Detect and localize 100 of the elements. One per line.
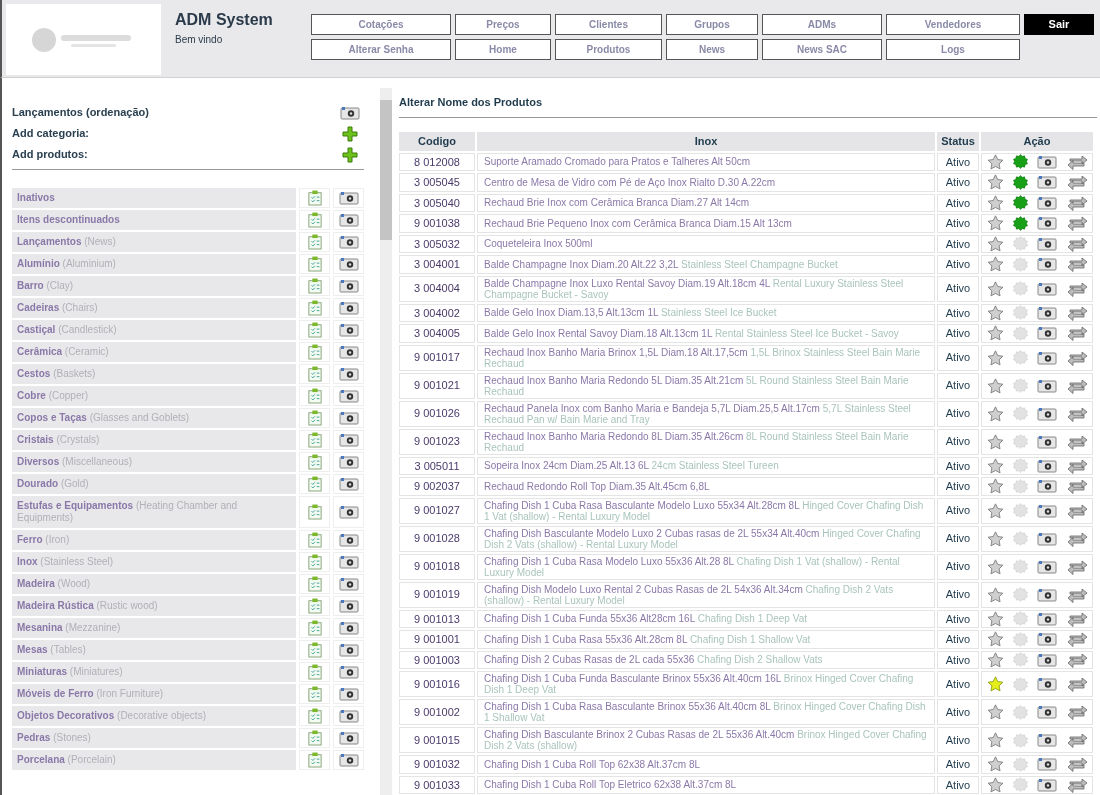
edit-cell[interactable] — [299, 574, 330, 594]
camera-icon[interactable] — [1036, 195, 1057, 210]
star-icon[interactable] — [986, 530, 1004, 547]
camera-icon[interactable] — [1036, 559, 1057, 574]
swap-arrows-icon[interactable] — [1065, 651, 1088, 668]
clipboard-icon[interactable] — [307, 454, 322, 470]
swap-arrows-icon[interactable] — [1065, 433, 1088, 450]
swap-arrows-icon[interactable] — [1065, 558, 1088, 575]
product-name-cell[interactable]: Rechaud Redondo Roll Top Diam.35 Alt.45cm 6,8L — [477, 477, 935, 496]
product-name-cell[interactable]: Chafing Dish 1 Cuba Funda Basculante Brinox 55x36 Alt.40cm 16L Brinox Hinged Cover Chafing Dish 1 Deep Vat — [477, 671, 935, 697]
camera-icon[interactable] — [338, 323, 359, 337]
nav-button[interactable]: Alterar Senha — [311, 39, 451, 60]
swap-arrows-icon[interactable] — [1065, 530, 1088, 547]
clipboard-icon[interactable] — [307, 752, 322, 768]
sidebar-link[interactable]: Add categoria: — [12, 125, 89, 142]
camera-icon[interactable] — [338, 599, 359, 613]
camera-icon[interactable] — [1036, 777, 1057, 792]
category-item[interactable]: Mesanina (Mezzanine) — [12, 618, 296, 638]
camera-icon[interactable] — [338, 455, 359, 469]
star-icon[interactable] — [986, 457, 1004, 474]
star-icon[interactable] — [986, 304, 1004, 321]
swap-arrows-icon[interactable] — [1065, 304, 1088, 321]
swap-arrows-icon[interactable] — [1065, 478, 1088, 495]
product-name-cell[interactable]: Chafing Dish 1 Cuba Rasa 55x36 Alt.28cm 8L Chafing Dish 1 Shallow Vat — [477, 630, 935, 649]
swap-arrows-icon[interactable] — [1065, 776, 1088, 793]
product-name-cell[interactable]: Suporte Aramado Cromado para Pratos e Talheres Alt 50cm — [477, 152, 935, 171]
camera-icon[interactable] — [1036, 652, 1057, 667]
camera-icon[interactable] — [1036, 733, 1057, 747]
category-item[interactable]: Dourado (Gold) — [12, 474, 296, 494]
category-item[interactable]: Porcelana (Porcelain) — [12, 750, 296, 770]
clipboard-icon[interactable] — [307, 322, 322, 338]
clipboard-icon[interactable] — [307, 388, 322, 404]
clipboard-icon[interactable] — [307, 730, 322, 746]
swap-arrows-icon[interactable] — [1065, 349, 1088, 366]
camera-icon[interactable] — [338, 577, 359, 591]
camera-icon[interactable] — [1036, 257, 1057, 272]
camera-icon[interactable] — [1036, 326, 1057, 341]
swap-arrows-icon[interactable] — [1065, 325, 1088, 342]
camera-icon[interactable] — [1036, 503, 1057, 518]
product-name-cell[interactable]: Chafing Dish Modelo Luxo Rental 2 Cubas Rasas de 2L 54x36 Alt.34cm Chafing Dish 2 Vats (shallow) - Rental Luxury Model — [477, 581, 935, 608]
edit-cell[interactable] — [299, 298, 330, 318]
nav-button[interactable]: News SAC — [762, 39, 882, 60]
add-icon[interactable] — [342, 125, 358, 142]
edit-cell[interactable] — [299, 232, 330, 252]
camera-icon[interactable] — [1036, 305, 1057, 320]
camera-icon[interactable] — [338, 257, 359, 271]
edit-cell[interactable] — [299, 408, 330, 428]
camera-icon[interactable] — [1036, 757, 1057, 772]
star-icon[interactable] — [986, 377, 1004, 394]
star-icon[interactable] — [986, 153, 1004, 170]
clipboard-icon[interactable] — [307, 300, 322, 316]
product-name-cell[interactable]: Chafing Dish 1 Cuba Rasa Modelo Luxo 55x36 Alt.28 8L Chafing Dish 1 Vat (shallow) - Rental Luxury Model — [477, 553, 935, 580]
camera-icon[interactable] — [338, 433, 359, 447]
star-icon[interactable] — [986, 194, 1004, 211]
edit-cell[interactable] — [299, 552, 330, 572]
add-icon[interactable] — [342, 146, 358, 163]
edit-cell[interactable] — [299, 640, 330, 660]
clipboard-icon[interactable] — [307, 256, 322, 272]
swap-arrows-icon[interactable] — [1065, 631, 1088, 648]
nav-button[interactable]: Grupos — [666, 14, 758, 35]
category-item[interactable]: Madeira (Wood) — [12, 574, 296, 594]
nav-button[interactable]: Cotações — [311, 14, 451, 35]
photo-cell[interactable] — [333, 342, 364, 362]
clipboard-icon[interactable] — [307, 212, 322, 228]
photo-cell[interactable] — [333, 728, 364, 748]
camera-icon[interactable] — [338, 555, 359, 569]
nav-button[interactable]: Preços — [455, 14, 551, 35]
swap-arrows-icon[interactable] — [1065, 174, 1088, 191]
swap-arrows-icon[interactable] — [1065, 704, 1088, 720]
star-icon[interactable] — [986, 235, 1004, 252]
logout-button[interactable]: Sair — [1024, 14, 1094, 35]
nav-button[interactable]: ADMs — [762, 14, 882, 35]
camera-icon[interactable] — [338, 191, 359, 205]
camera-icon[interactable] — [1036, 531, 1057, 546]
clipboard-icon[interactable] — [307, 554, 322, 570]
star-icon[interactable] — [986, 631, 1004, 648]
camera-icon[interactable] — [338, 345, 359, 359]
camera-icon[interactable] — [338, 235, 359, 249]
photo-cell[interactable] — [333, 408, 364, 428]
star-icon[interactable] — [986, 478, 1004, 495]
photo-cell[interactable] — [333, 530, 364, 550]
camera-icon[interactable] — [1036, 677, 1057, 691]
product-name-cell[interactable]: Chafing Dish Basculante Modelo Luxo 2 Cubas rasas de 2L 55x34 Alt.40cm Hinged Cover Chafing Dish 2 Vats (shallow) - Rental Luxury Model — [477, 525, 935, 552]
star-icon[interactable] — [986, 610, 1004, 627]
camera-icon[interactable] — [338, 213, 359, 227]
product-name-cell[interactable]: Rechaud Inox Banho Maria Redondo 5L Diam.35 Alt.21cm 5L Round Stainless Steel Bain Marie Rechaud — [477, 372, 935, 399]
sidebar-link[interactable]: Lançamentos (ordenação) — [12, 104, 149, 121]
camera-icon[interactable] — [1036, 175, 1057, 190]
photo-cell[interactable] — [333, 364, 364, 384]
clipboard-icon[interactable] — [307, 410, 322, 426]
camera-icon[interactable] — [338, 411, 359, 425]
photo-cell[interactable] — [333, 474, 364, 494]
nav-button[interactable]: Clientes — [555, 14, 662, 35]
photo-cell[interactable] — [333, 320, 364, 340]
swap-arrows-icon[interactable] — [1065, 586, 1088, 603]
camera-icon[interactable] — [1036, 378, 1057, 393]
star-icon[interactable] — [986, 405, 1004, 422]
photo-cell[interactable] — [333, 210, 364, 230]
category-item[interactable]: Alumínio (Aluminium) — [12, 254, 296, 274]
swap-arrows-icon[interactable] — [1065, 457, 1088, 474]
